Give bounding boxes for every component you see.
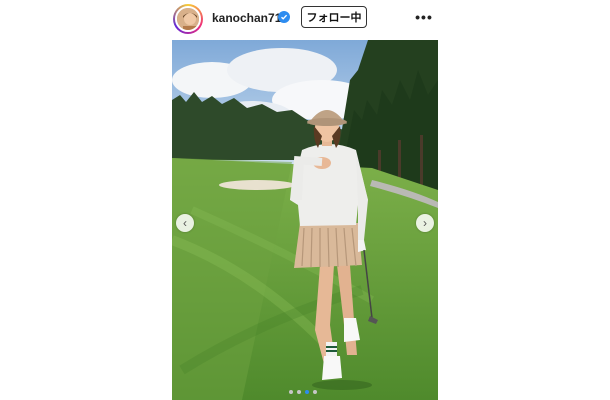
post-header: kanochan715 フォロー中 ••• bbox=[0, 0, 610, 38]
carousel-indicator bbox=[289, 390, 317, 394]
carousel-dot-active bbox=[305, 390, 309, 394]
avatar[interactable] bbox=[173, 4, 203, 34]
previous-photo-button[interactable]: ‹ bbox=[176, 214, 194, 232]
golf-course-scene bbox=[172, 40, 438, 400]
more-options-icon[interactable]: ••• bbox=[414, 9, 434, 25]
verified-badge-icon bbox=[278, 11, 290, 23]
post-photo[interactable]: ‹ › bbox=[172, 40, 438, 400]
carousel-dot bbox=[313, 390, 317, 394]
following-button[interactable]: フォロー中 bbox=[301, 6, 367, 28]
username-link[interactable]: kanochan715 bbox=[212, 11, 288, 25]
chevron-right-icon: › bbox=[423, 216, 427, 230]
carousel-dot bbox=[289, 390, 293, 394]
next-photo-button[interactable]: › bbox=[416, 214, 434, 232]
carousel-dot bbox=[297, 390, 301, 394]
avatar-image bbox=[175, 6, 201, 32]
chevron-left-icon: ‹ bbox=[183, 216, 187, 230]
